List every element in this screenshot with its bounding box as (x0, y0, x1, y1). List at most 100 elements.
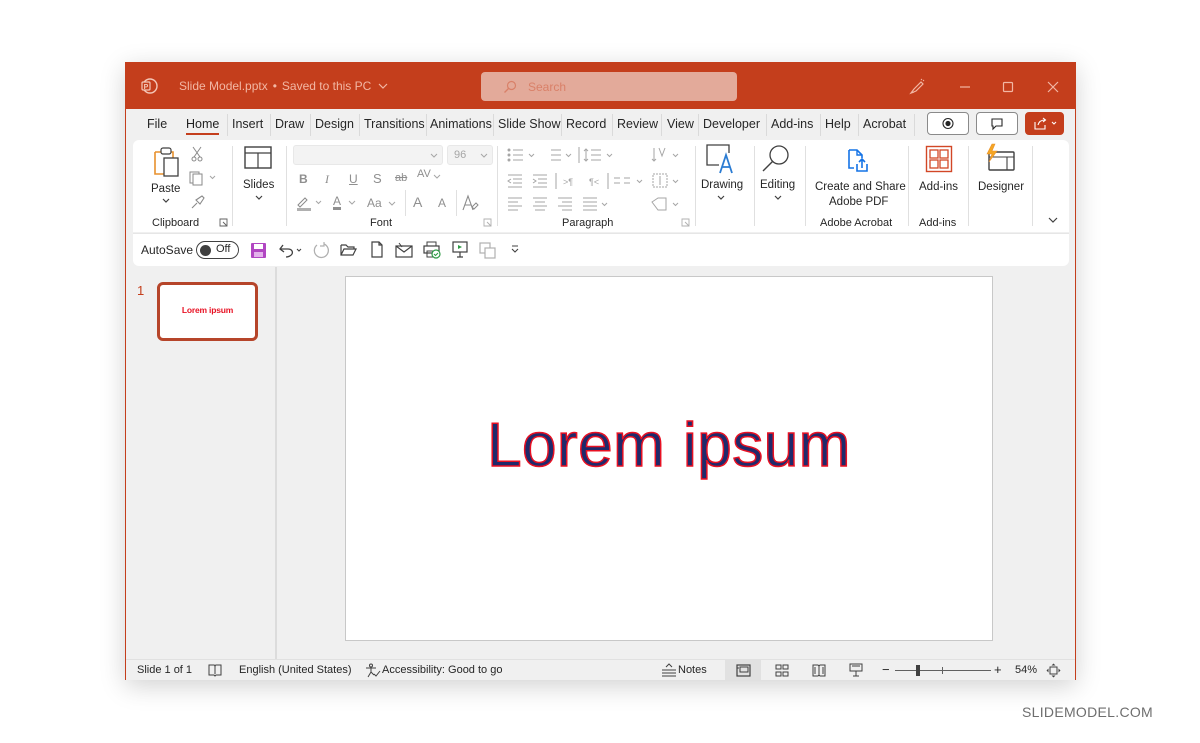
clear-formatting-icon[interactable] (461, 194, 479, 212)
tab-design[interactable]: Design (315, 117, 354, 131)
designer-icon[interactable] (983, 143, 1017, 173)
font-name-dropdown[interactable] (293, 145, 443, 165)
tab-add-ins[interactable]: Add-ins (771, 117, 813, 131)
tab-acrobat[interactable]: Acrobat (863, 117, 906, 131)
strikethrough-button[interactable]: ab (395, 172, 407, 184)
add-ins-label[interactable]: Add-ins (919, 181, 958, 193)
share-button[interactable] (1025, 112, 1064, 135)
minimize-icon[interactable] (955, 77, 975, 97)
underline-button[interactable]: U (349, 172, 358, 186)
chevron-down-icon[interactable] (773, 195, 783, 201)
tab-review[interactable]: Review (617, 117, 658, 131)
font-size-dropdown[interactable]: 96 (447, 145, 493, 165)
drawing-label[interactable]: Drawing (701, 179, 743, 191)
reading-view-icon[interactable] (812, 664, 826, 677)
text-shadow-button[interactable]: S (373, 171, 382, 186)
spelling-check-icon[interactable] (208, 664, 222, 677)
save-icon[interactable] (250, 242, 267, 259)
slide-sorter-icon[interactable] (775, 664, 789, 677)
zoom-out-button[interactable]: − (882, 662, 890, 677)
print-preview-icon[interactable] (423, 241, 441, 259)
shrink-font-button[interactable]: A (438, 196, 446, 210)
paste-label[interactable]: Paste (151, 183, 180, 195)
slide-canvas[interactable]: Lorem ipsum (345, 276, 993, 641)
collapse-ribbon-icon[interactable] (1047, 216, 1059, 224)
search-editing-icon[interactable] (760, 143, 792, 175)
record-button[interactable] (927, 112, 969, 135)
zoom-in-button[interactable]: + (994, 662, 1002, 677)
drawing-shapes-icon[interactable] (705, 143, 737, 175)
accessibility-icon[interactable] (365, 663, 381, 678)
quick-access-toolbar: AutoSave Off (133, 233, 1069, 266)
new-document-icon[interactable] (370, 241, 384, 258)
maximize-icon[interactable] (998, 77, 1018, 97)
editing-label[interactable]: Editing (760, 179, 795, 191)
slideshow-view-icon[interactable] (849, 663, 863, 678)
highlight-color-icon[interactable] (295, 194, 325, 212)
autosave-toggle[interactable]: Off (196, 241, 239, 259)
powerpoint-logo-icon[interactable]: P (140, 77, 158, 95)
close-icon[interactable] (1043, 77, 1063, 97)
dialog-launcher-icon[interactable] (483, 218, 493, 228)
designer-label[interactable]: Designer (978, 181, 1024, 193)
dialog-launcher-icon[interactable] (219, 218, 229, 228)
tab-transitions[interactable]: Transitions (364, 117, 425, 131)
character-spacing-button[interactable]: AV (417, 168, 431, 180)
create-pdf-icon[interactable] (845, 148, 871, 174)
chevron-down-icon[interactable] (254, 195, 264, 201)
add-ins-icon[interactable] (925, 145, 953, 173)
tab-file[interactable]: File (147, 117, 167, 131)
slides-label[interactable]: Slides (243, 179, 274, 191)
create-share-pdf-line1[interactable]: Create and Share (815, 181, 906, 193)
normal-view-icon[interactable] (736, 664, 751, 677)
copy-icon[interactable] (188, 170, 218, 186)
tab-view[interactable]: View (667, 117, 694, 131)
open-folder-icon[interactable] (340, 243, 357, 257)
customize-toolbar-icon[interactable] (510, 245, 520, 254)
tab-draw[interactable]: Draw (275, 117, 304, 131)
accessibility-status[interactable]: Accessibility: Good to go (382, 664, 502, 676)
email-attachment-icon[interactable] (395, 241, 413, 258)
tab-insert[interactable]: Insert (232, 117, 263, 131)
dialog-launcher-icon[interactable] (681, 218, 691, 228)
save-status: Saved to this PC (281, 79, 372, 93)
change-case-button[interactable]: Aa (367, 196, 382, 210)
search-box[interactable]: Search (481, 72, 737, 101)
tab-help[interactable]: Help (825, 117, 851, 131)
document-title[interactable]: Slide Model.pptx • Saved to this PC (179, 79, 388, 93)
redo-icon[interactable] (312, 241, 330, 259)
grow-font-button[interactable]: A (413, 194, 422, 210)
comment-icon (991, 118, 1003, 131)
duplicate-slide-icon[interactable] (479, 242, 496, 259)
italic-button[interactable]: I (325, 172, 329, 187)
language-status[interactable]: English (United States) (239, 664, 352, 676)
chevron-down-icon[interactable] (716, 195, 726, 201)
tab-developer[interactable]: Developer (703, 117, 760, 131)
share-icon (1034, 117, 1057, 130)
chevron-down-icon[interactable] (161, 198, 171, 204)
chevron-down-icon (388, 201, 396, 206)
zoom-slider-thumb[interactable] (916, 665, 921, 676)
new-slide-layout-icon[interactable] (243, 145, 273, 171)
comments-button[interactable] (976, 112, 1018, 135)
fit-to-window-icon[interactable] (1046, 663, 1061, 678)
font-color-button[interactable]: A (333, 194, 341, 208)
cut-icon[interactable] (190, 146, 204, 162)
notes-button[interactable]: Notes (678, 664, 707, 676)
tab-animations[interactable]: Animations (430, 117, 492, 131)
tab-slide-show[interactable]: Slide Show (498, 117, 561, 131)
slide-thumbnail[interactable]: Lorem ipsum (157, 282, 258, 341)
slide-count[interactable]: Slide 1 of 1 (137, 664, 192, 676)
slide-title-text[interactable]: Lorem ipsum (346, 410, 992, 481)
tab-home[interactable]: Home (186, 117, 220, 135)
tab-record[interactable]: Record (566, 117, 606, 131)
undo-icon[interactable] (278, 242, 304, 259)
pen-icon[interactable] (907, 77, 927, 97)
present-from-start-icon[interactable] (452, 241, 468, 259)
zoom-slider[interactable] (895, 665, 991, 676)
zoom-level[interactable]: 54% (1015, 664, 1037, 676)
create-share-pdf-line2[interactable]: Adobe PDF (829, 196, 888, 208)
paste-icon[interactable] (152, 146, 182, 178)
format-painter-icon[interactable] (190, 194, 206, 210)
bold-button[interactable]: B (299, 172, 308, 186)
